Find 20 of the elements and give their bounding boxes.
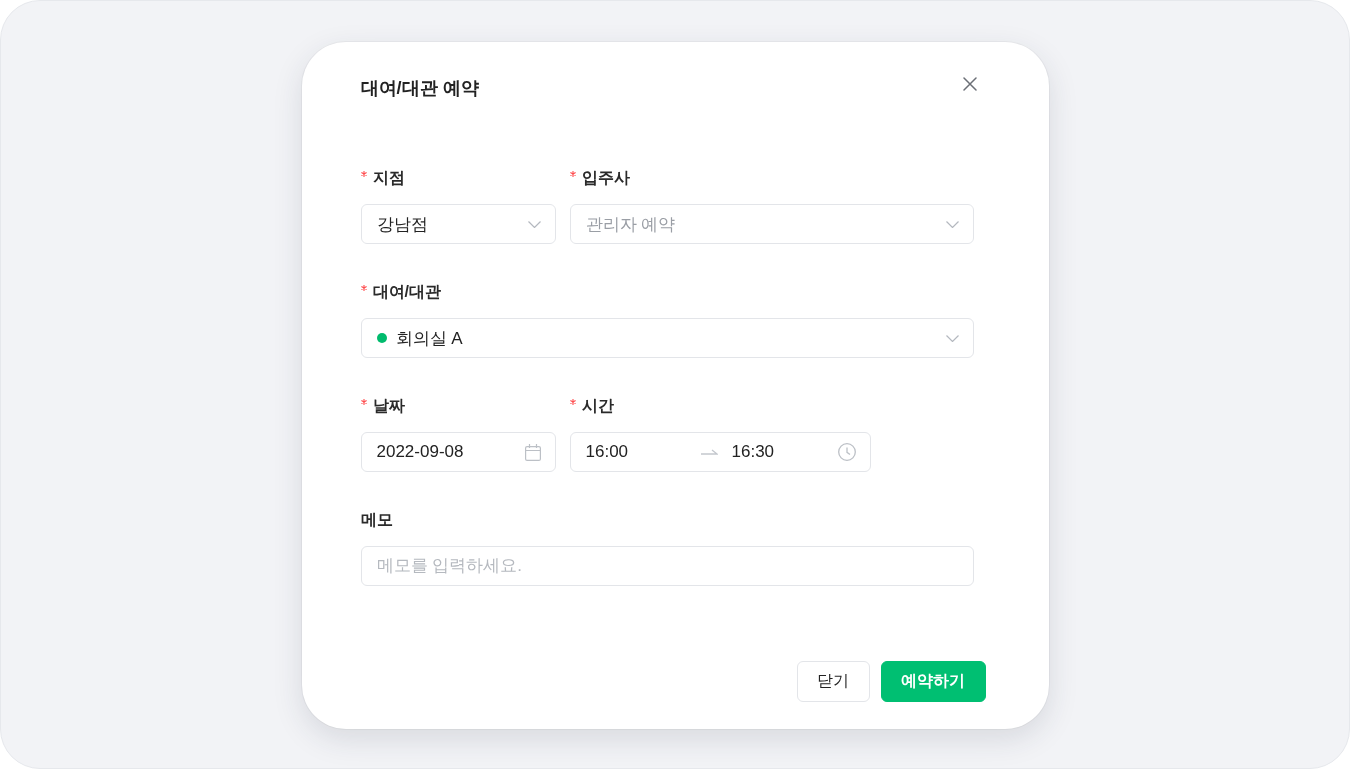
dialog-title: 대여/대관 예약 — [360, 77, 479, 100]
select-field[interactable]: 강남점 — [360, 204, 556, 244]
field-label: 대여/대관 — [372, 282, 441, 302]
field-label: 메모 — [360, 510, 393, 530]
close-button[interactable]: 닫기 — [796, 661, 870, 702]
field-label: 지점 — [372, 168, 405, 188]
select-field[interactable]: 회의실 A — [360, 318, 974, 358]
memo-field[interactable]: 메모를 입력하세요. — [360, 546, 974, 586]
start-time-input[interactable]: 16:00 — [585, 442, 701, 462]
field-label: 시간 — [581, 396, 614, 416]
close-icon[interactable] — [962, 77, 977, 91]
field-label: 입주사 — [581, 168, 630, 188]
field-label: 날짜 — [372, 396, 405, 416]
chevron-down-icon — [527, 220, 541, 228]
clock-icon — [837, 443, 856, 461]
chevron-down-icon — [945, 220, 959, 228]
chevron-down-icon — [945, 334, 959, 342]
date-field[interactable]: 2022-09-08 — [360, 432, 556, 472]
calendar-icon — [524, 443, 541, 461]
end-time-input[interactable]: 16:30 — [731, 442, 838, 462]
